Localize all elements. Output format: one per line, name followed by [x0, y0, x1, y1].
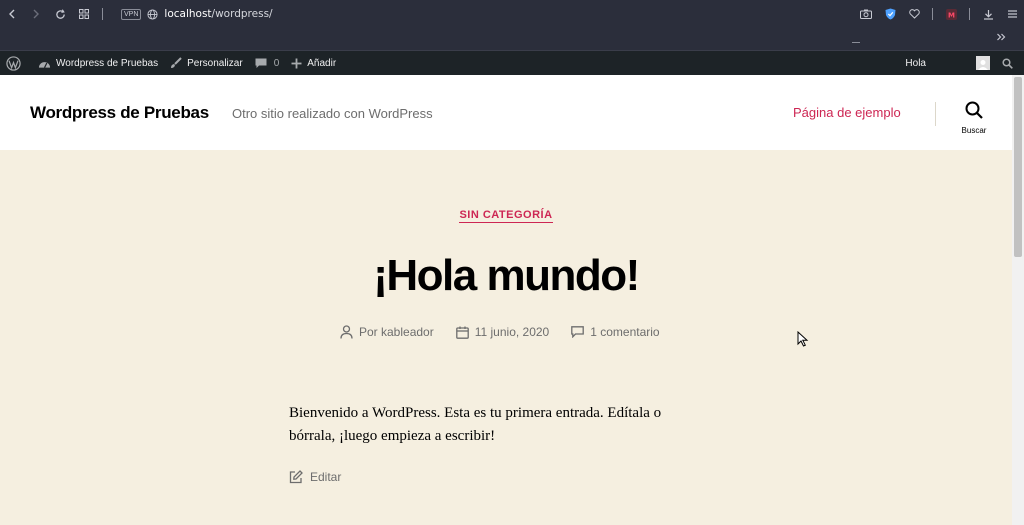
- browser-actions: M: [854, 0, 1024, 28]
- comment-bubble-icon: [255, 58, 267, 68]
- post-comments-label: 1 comentario: [590, 325, 660, 339]
- post-date[interactable]: 11 junio, 2020: [455, 325, 550, 339]
- mouse-cursor-icon: [797, 331, 809, 347]
- header-divider: [935, 102, 936, 126]
- shield-icon: [885, 8, 895, 20]
- admin-bar-site-label: Wordpress de Pruebas: [56, 57, 159, 69]
- search-toggle-label: Buscar: [961, 126, 987, 135]
- post-author[interactable]: Por kableador: [340, 325, 434, 339]
- downloads-button[interactable]: [976, 2, 1000, 26]
- tab-strip: [0, 28, 1024, 51]
- sliders-icon: [1007, 10, 1017, 18]
- post-title[interactable]: ¡Hola mundo!: [0, 251, 1012, 301]
- post-date-label: 11 junio, 2020: [474, 325, 550, 339]
- back-button[interactable]: [0, 2, 24, 26]
- post-content: Bienvenido a WordPress. Esta es tu prime…: [289, 405, 662, 444]
- more-tabs-button[interactable]: [996, 31, 1006, 45]
- calendar-icon: [455, 326, 469, 339]
- search-icon: [965, 101, 983, 119]
- grid-icon: [79, 9, 89, 19]
- toolbar-separator: [969, 8, 970, 20]
- brush-icon: [171, 57, 182, 68]
- easy-setup-button[interactable]: [1000, 2, 1024, 26]
- download-icon: [983, 9, 993, 20]
- globe-icon: [147, 8, 158, 20]
- edit-post-label: Editar: [310, 470, 342, 484]
- reload-button[interactable]: [48, 2, 72, 26]
- comment-icon: [571, 326, 585, 338]
- post-meta: Por kableador 11 junio, 2020 1 comentari…: [340, 325, 682, 339]
- minimize-indicator: [852, 42, 860, 43]
- admin-bar-greeting[interactable]: Hola: [905, 58, 926, 69]
- reload-icon: [55, 8, 65, 19]
- address-bar[interactable]: localhost/wordpress/: [164, 8, 272, 20]
- post-author-label: Por kableador: [359, 325, 434, 339]
- extension-button[interactable]: M: [939, 2, 963, 26]
- admin-bar-comments[interactable]: 0: [249, 51, 286, 75]
- url-path: /wordpress/: [211, 8, 273, 20]
- admin-bar-new-content[interactable]: Añadir: [285, 51, 342, 75]
- search-icon: [1002, 57, 1013, 69]
- browser-toolbar: VPN localhost/wordpress/ M: [0, 0, 1024, 28]
- admin-bar-secondary: Hola: [905, 51, 1024, 75]
- snapshot-button[interactable]: [854, 2, 878, 26]
- post-comments[interactable]: 1 comentario: [571, 325, 660, 339]
- wp-logo-menu[interactable]: [0, 51, 32, 75]
- heart-icon: [908, 9, 920, 19]
- chevron-right-icon: [33, 9, 39, 19]
- svg-text:M: M: [948, 11, 955, 19]
- tabs-grid-button[interactable]: [72, 2, 96, 26]
- edit-post-link[interactable]: Editar: [289, 470, 341, 484]
- dashboard-icon: [38, 61, 51, 68]
- adblock-button[interactable]: [878, 2, 902, 26]
- admin-bar-customize-label: Personalizar: [187, 57, 243, 69]
- admin-bar-new-label: Añadir: [307, 57, 337, 69]
- site-header: Wordpress de Pruebas Otro sitio realizad…: [0, 75, 1012, 150]
- wp-admin-bar: Wordpress de Pruebas Personalizar 0 Añad…: [0, 51, 1024, 75]
- url-host: localhost: [164, 8, 212, 20]
- site-tagline: Otro sitio realizado con WordPress: [232, 106, 433, 121]
- primary-menu-item-sample-page[interactable]: Página de ejemplo: [793, 105, 901, 120]
- camera-icon: [860, 9, 872, 19]
- double-chevron-right-icon: [997, 33, 1006, 41]
- toolbar-separator: [932, 8, 933, 20]
- chevron-left-icon: [9, 9, 15, 19]
- admin-bar-customize[interactable]: Personalizar: [164, 51, 249, 75]
- vpn-badge[interactable]: VPN: [121, 8, 142, 20]
- edit-pencil-icon: [289, 470, 303, 484]
- page-scrollbar[interactable]: [1012, 75, 1024, 525]
- site-title[interactable]: Wordpress de Pruebas: [30, 103, 209, 123]
- toolbar-separator: [102, 8, 103, 20]
- user-silhouette-icon: [978, 60, 988, 70]
- scrollbar-thumb[interactable]: [1014, 77, 1022, 257]
- admin-bar-search[interactable]: [996, 51, 1024, 75]
- avatar[interactable]: [976, 56, 990, 70]
- forward-button[interactable]: [24, 2, 48, 26]
- admin-bar-comment-count: 0: [273, 57, 280, 69]
- wordpress-logo-icon: [6, 55, 21, 71]
- favorites-button[interactable]: [902, 2, 926, 26]
- user-icon: [340, 325, 353, 339]
- plus-icon: [291, 58, 302, 68]
- post-category: SIN CATEGORÍA: [0, 209, 1012, 223]
- extension-m-icon: M: [945, 8, 957, 20]
- search-toggle-button[interactable]: Buscar: [956, 101, 992, 141]
- admin-bar-site-name[interactable]: Wordpress de Pruebas: [32, 51, 164, 75]
- category-link[interactable]: SIN CATEGORÍA: [459, 209, 553, 223]
